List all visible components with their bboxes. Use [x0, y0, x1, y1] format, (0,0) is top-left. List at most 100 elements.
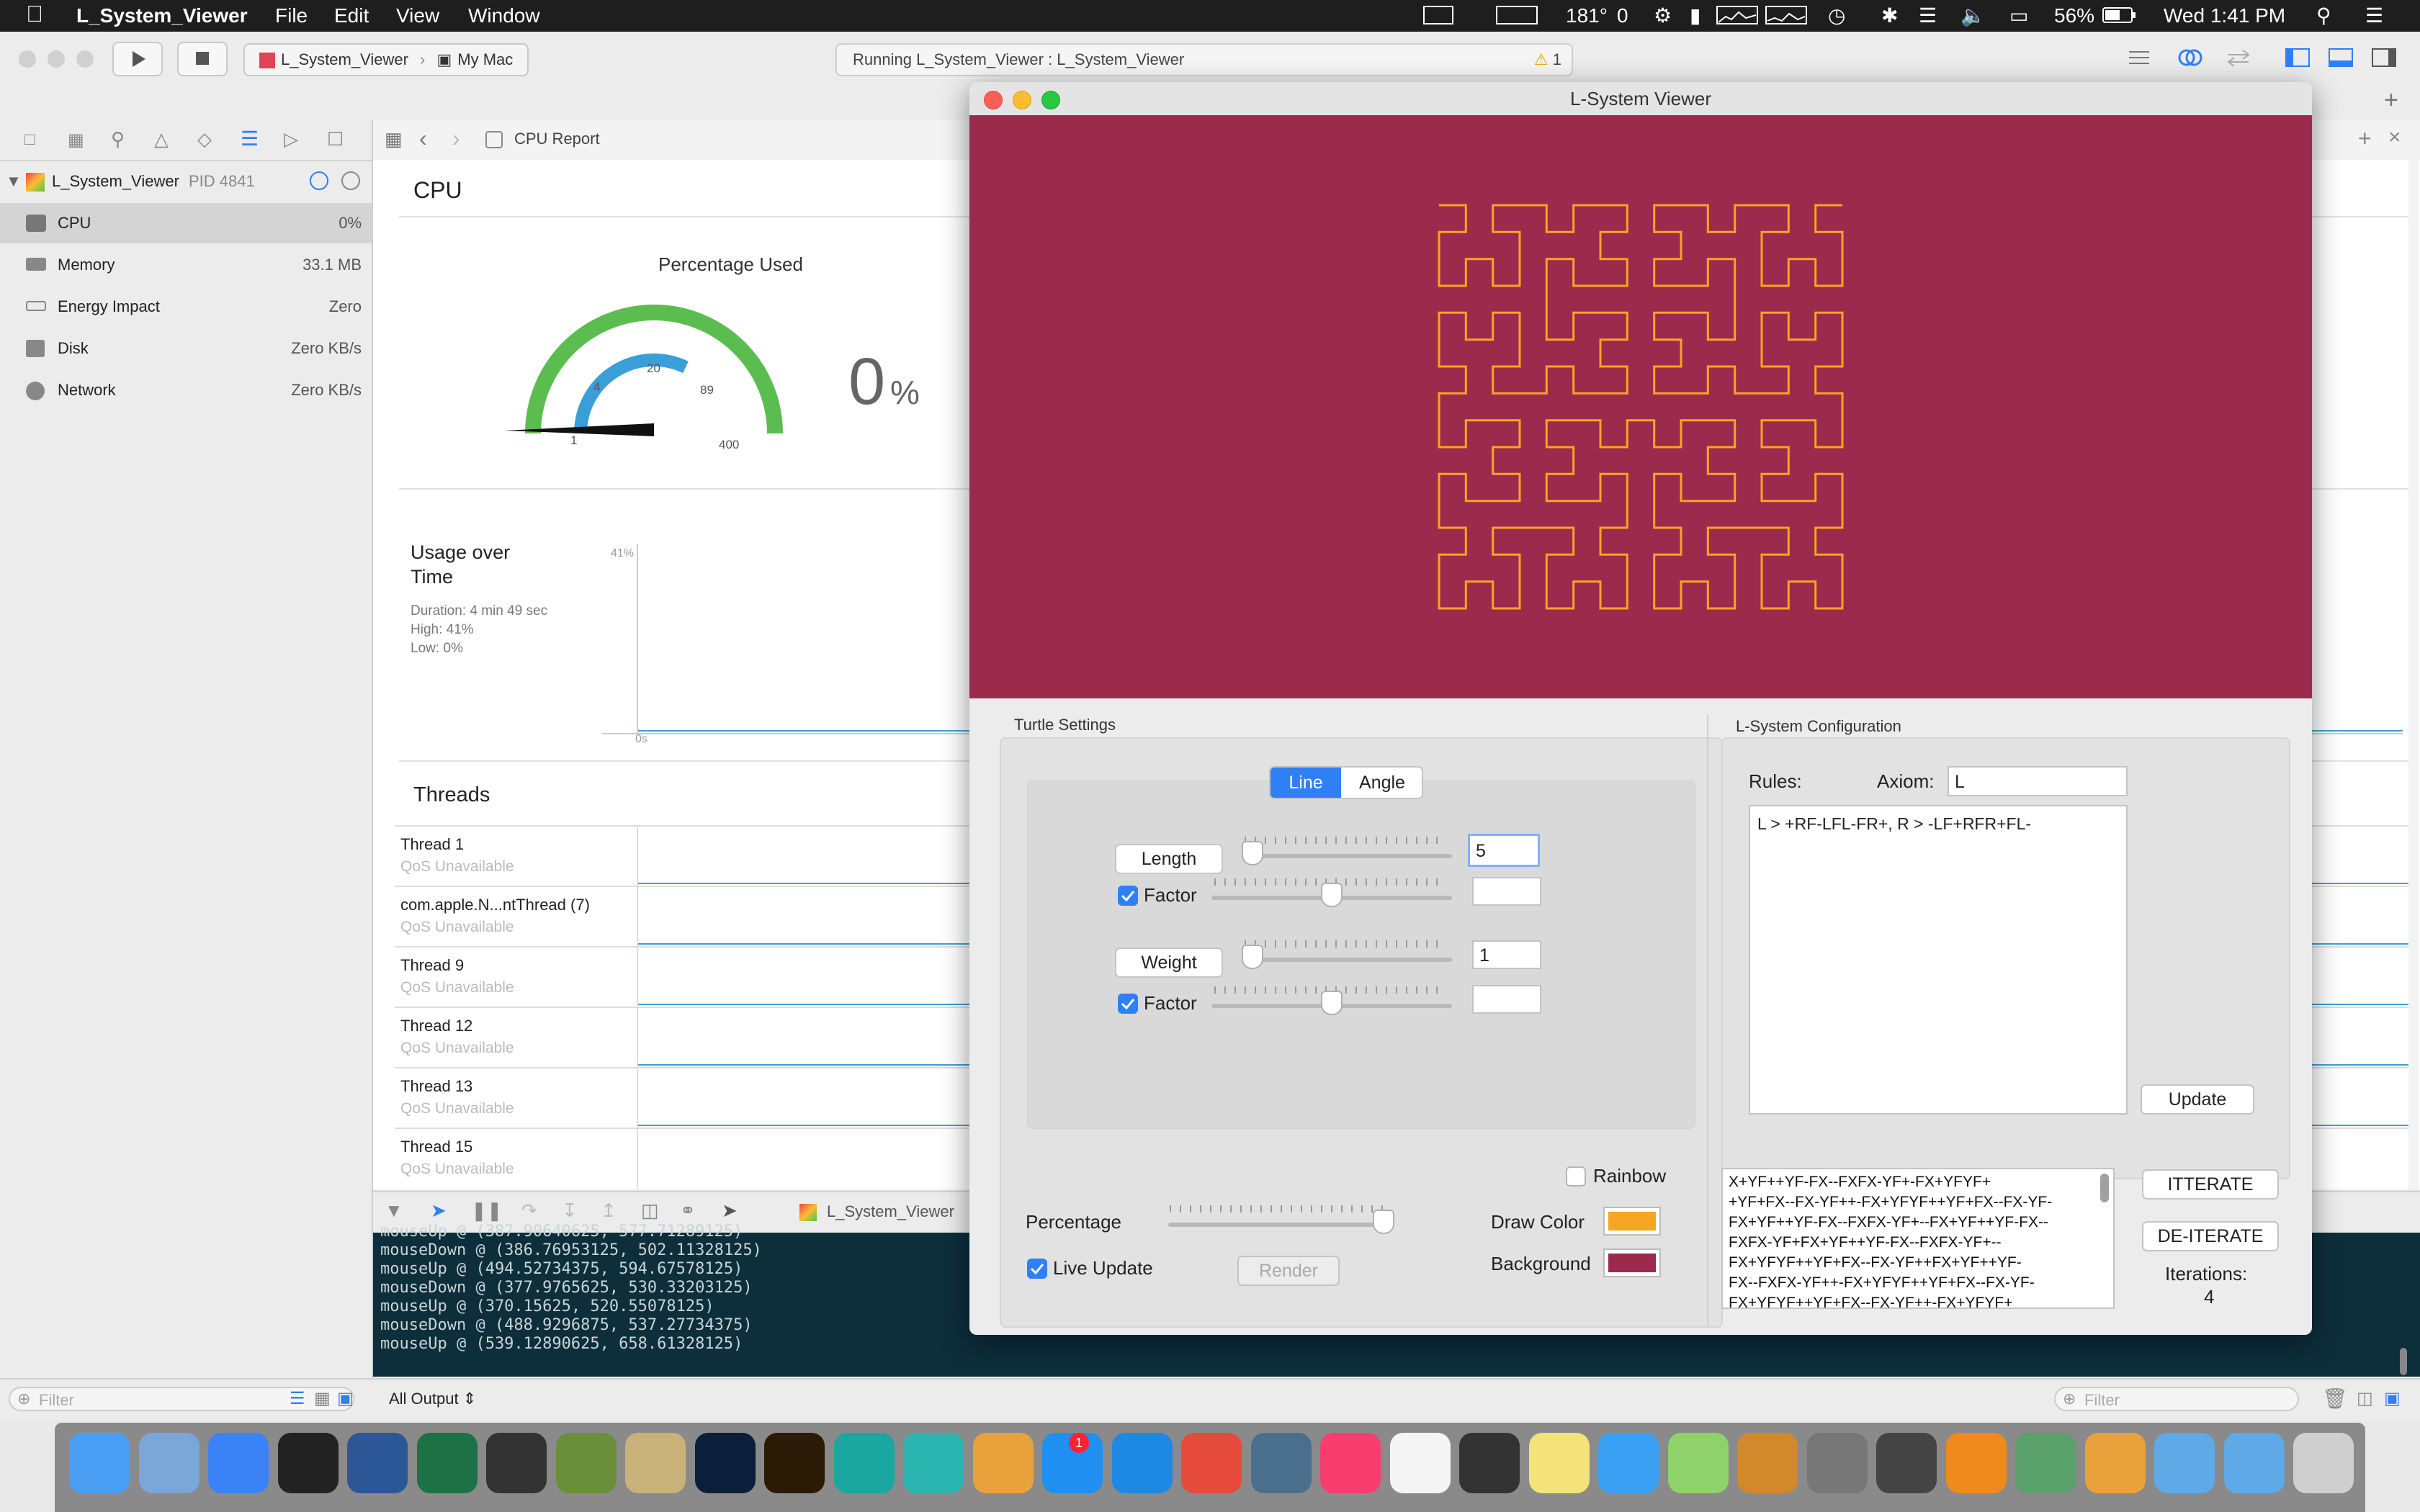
factor2-field[interactable]	[1472, 985, 1541, 1014]
messages-icon[interactable]	[1598, 1433, 1659, 1493]
gauge-row-memory[interactable]: Memory 33.1 MB	[0, 245, 372, 285]
gauge-row-disk[interactable]: Disk Zero KB/s	[0, 328, 372, 369]
report-navigator-icon[interactable]: ☐	[327, 128, 344, 150]
debug-target[interactable]: L_System_Viewer	[827, 1202, 954, 1221]
stop-button[interactable]	[177, 42, 228, 76]
downloads-icon[interactable]	[2223, 1433, 2285, 1493]
close-editor-icon[interactable]: ×	[2388, 125, 2401, 150]
update-button[interactable]: Update	[2141, 1084, 2254, 1115]
itunes-icon[interactable]	[1320, 1433, 1381, 1493]
vlc-icon[interactable]	[1945, 1433, 2007, 1493]
navigator-toggle-icon[interactable]	[2276, 42, 2319, 73]
weight-button[interactable]: Weight	[1115, 948, 1223, 978]
view-menu[interactable]: View	[396, 4, 439, 28]
console-filter-field[interactable]: ⊕ Filter	[2054, 1387, 2299, 1411]
xcode-close-button[interactable]	[19, 50, 36, 68]
weight-slider-knob[interactable]	[1242, 945, 1263, 969]
system-preferences-icon[interactable]	[1806, 1433, 1868, 1493]
output-string-area[interactable]: X+YF++YF-FX--FXFX-YF+-FX+YFYF+ +YF+FX--F…	[1721, 1168, 2115, 1309]
debug-navigator-icon[interactable]: ☰	[241, 127, 259, 150]
factor1-field[interactable]	[1472, 877, 1541, 906]
project-navigator-icon[interactable]: □	[24, 130, 35, 150]
gauge-row-network[interactable]: Network Zero KB/s	[0, 370, 372, 410]
spotlight-icon[interactable]: ⚲	[2316, 4, 2331, 28]
memory-graph-icon[interactable]: ⚭	[680, 1200, 696, 1222]
live-update-checkbox[interactable]	[1027, 1259, 1047, 1279]
window-zoom-button[interactable]	[1041, 91, 1060, 109]
lsystem-icon[interactable]	[972, 1433, 1034, 1493]
length-slider-track[interactable]	[1242, 854, 1452, 858]
utilities-toggle-icon[interactable]	[2362, 42, 2406, 73]
segment-line[interactable]: Line	[1270, 768, 1341, 798]
window-menu[interactable]: Window	[468, 4, 540, 28]
length-field[interactable]: 5	[1468, 834, 1540, 867]
minecraft-icon[interactable]	[555, 1433, 617, 1493]
window-minimize-button[interactable]	[1013, 91, 1031, 109]
gauge-icon[interactable]	[310, 171, 328, 190]
console-scrollbar[interactable]	[2398, 1233, 2410, 1377]
pause-execution-icon[interactable]: ❚❚	[471, 1200, 503, 1222]
filter-scope-icon[interactable]: ▣	[337, 1388, 354, 1409]
maps-icon[interactable]	[1667, 1433, 1729, 1493]
temperature-text[interactable]: 181°	[1566, 4, 1608, 28]
standard-editor-icon[interactable]	[2118, 42, 2161, 73]
rules-text-area[interactable]: L > +RF-LFL-FR+, R > -LF+RFR+FL-	[1749, 805, 2128, 1115]
trash-console-icon[interactable]: 🗑	[2322, 1387, 2348, 1410]
render-button[interactable]: Render	[1237, 1256, 1340, 1286]
illustrator-icon[interactable]	[764, 1433, 825, 1493]
notification-center-icon[interactable]: ☰	[2365, 4, 2383, 28]
pen-icon[interactable]	[625, 1433, 686, 1493]
find-navigator-icon[interactable]: ⚲	[111, 128, 125, 150]
menu-clock[interactable]: Wed 1:41 PM	[2164, 4, 2285, 28]
word-icon[interactable]	[347, 1433, 408, 1493]
photos-icon[interactable]	[1389, 1433, 1451, 1493]
report-scrollbar[interactable]	[2408, 160, 2419, 1189]
background-color-well[interactable]	[1603, 1248, 1661, 1277]
xcode-minimize-button[interactable]	[48, 50, 65, 68]
weight-field[interactable]: 1	[1472, 940, 1541, 969]
assistant-editor-icon[interactable]	[2168, 42, 2211, 73]
xcode-icon[interactable]	[208, 1433, 269, 1493]
wifi-icon[interactable]: ☰	[1919, 4, 1937, 28]
bluetooth-icon[interactable]: ✱	[1881, 4, 1898, 28]
time-machine-icon[interactable]: ◷	[1828, 4, 1845, 28]
filter-recent-icon[interactable]: ▦	[314, 1388, 331, 1409]
trash-icon[interactable]	[2293, 1433, 2354, 1493]
iterate-button[interactable]: ITTERATE	[2142, 1169, 2279, 1200]
volume-icon[interactable]: 🔈	[1960, 4, 1986, 28]
console-view-icon[interactable]: ▣	[2384, 1388, 2401, 1409]
factor2-slider-knob[interactable]	[1321, 991, 1343, 1015]
issue-navigator-icon[interactable]: △	[154, 128, 169, 150]
counter-text[interactable]: 0	[1617, 4, 1628, 28]
gear-status-icon[interactable]: ⚙	[1654, 4, 1672, 28]
notes-icon[interactable]	[1528, 1433, 1590, 1493]
segment-angle[interactable]: Angle	[1343, 768, 1422, 798]
apple-menu-icon[interactable]: 	[26, 1, 43, 26]
lsystem2-icon[interactable]	[2084, 1433, 2146, 1493]
gauge-row-cpu[interactable]: CPU 0%	[0, 203, 372, 243]
process-row[interactable]: ▼ L_System_Viewer PID 4841	[0, 161, 372, 202]
deiterate-button[interactable]: DE-ITERATE	[2142, 1221, 2279, 1251]
mudbox-icon[interactable]	[903, 1433, 964, 1493]
debug-area-toggle-icon[interactable]	[2319, 42, 2362, 73]
factor1-slider-knob[interactable]	[1321, 883, 1343, 907]
back-icon[interactable]: ‹	[419, 125, 427, 152]
test-navigator-icon[interactable]: ◇	[197, 128, 212, 150]
scheme-selector[interactable]: L_System_Viewer › ▣ My Mac	[243, 43, 529, 76]
graph-monitor-icon[interactable]	[1422, 4, 1454, 31]
pencil-icon[interactable]	[1737, 1433, 1798, 1493]
percentage-slider-knob[interactable]	[1373, 1210, 1394, 1234]
output-selector[interactable]: All Output ⇕	[389, 1390, 476, 1408]
window-close-button[interactable]	[984, 91, 1003, 109]
variables-view-icon[interactable]: ◫	[2357, 1388, 2373, 1409]
version-editor-icon[interactable]	[2217, 42, 2260, 73]
file-menu[interactable]: File	[275, 4, 308, 28]
folder-apps-icon[interactable]	[2154, 1433, 2215, 1493]
draw-color-well[interactable]	[1603, 1207, 1661, 1236]
symbol-navigator-icon[interactable]: ▦	[68, 130, 84, 150]
mission-control-icon[interactable]	[1250, 1433, 1312, 1493]
add-editor-icon[interactable]: +	[2358, 125, 2372, 152]
filter-options-icon[interactable]: ☰	[290, 1388, 305, 1409]
window-title-bar[interactable]: L-System Viewer	[969, 82, 2312, 117]
warning-indicator[interactable]: ⚠ 1	[1534, 45, 1561, 75]
